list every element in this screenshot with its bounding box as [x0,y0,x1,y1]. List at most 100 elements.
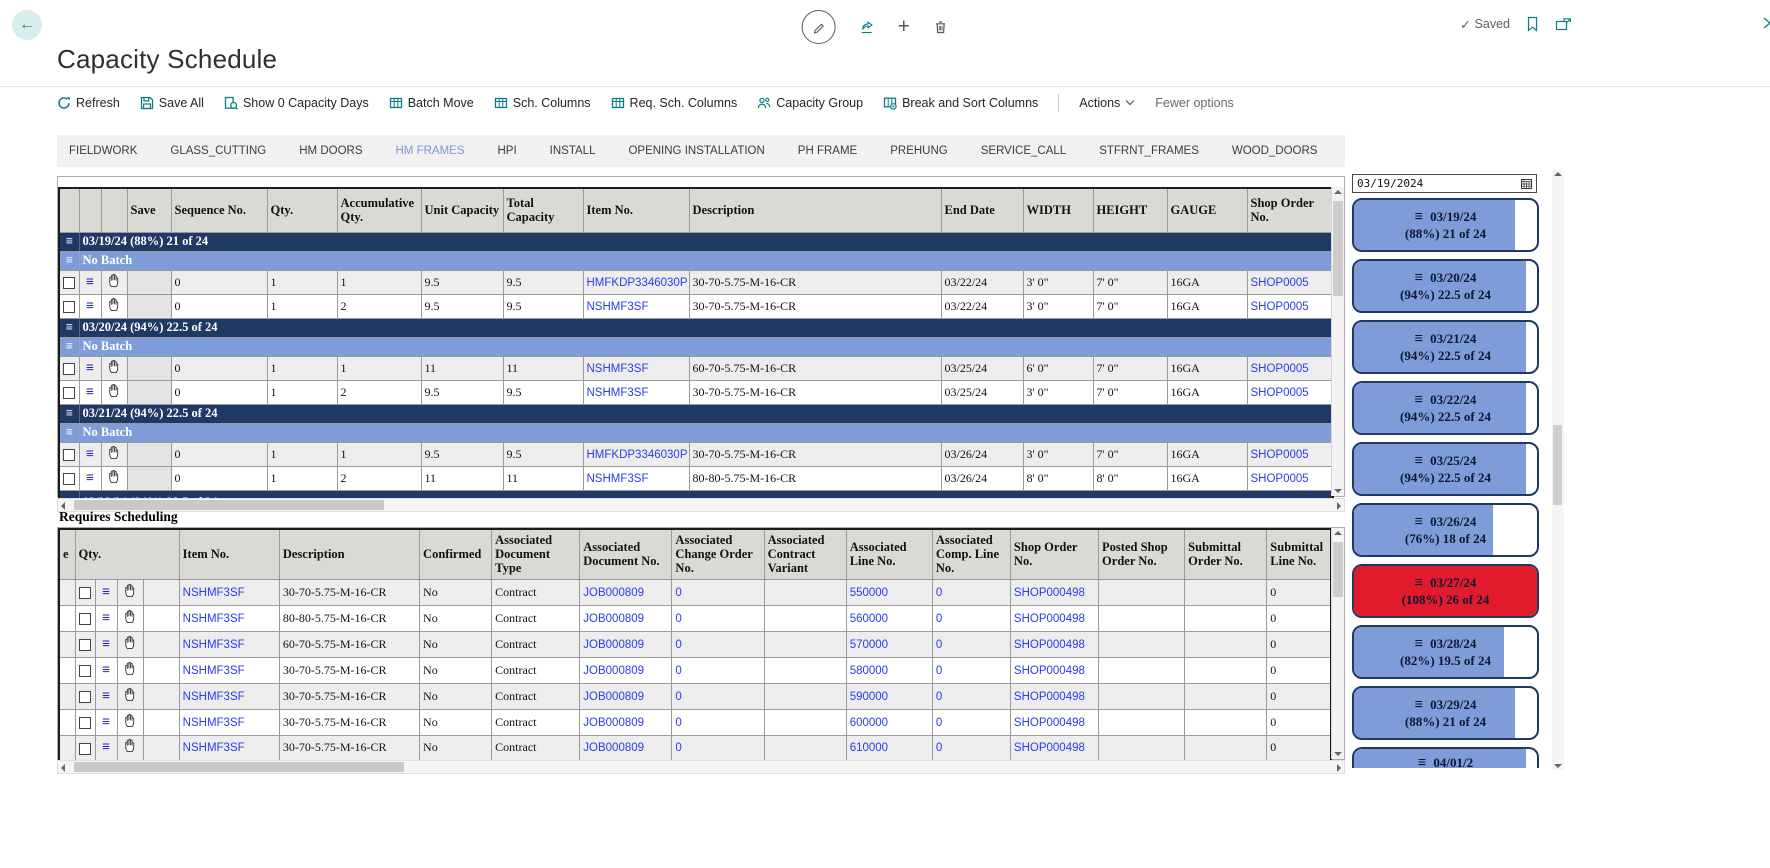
item_no-link[interactable]: NSHMF3SF [587,387,649,399]
column-header[interactable]: Unit Capacity [421,188,503,232]
shop_order_no-link[interactable]: SHOP000498 [1014,691,1085,703]
assoc_comp_line_no-link[interactable]: 0 [936,639,942,651]
batch-menu-icon[interactable]: ≡ [59,423,79,442]
column-header[interactable]: Associated Comp. Line No. [932,529,1010,579]
group-menu-icon[interactable]: ≡ [59,318,79,337]
assoc_doc_no-link[interactable]: JOB000809 [583,742,644,754]
tab-glass-cutting[interactable]: GLASS_CUTTING [170,145,266,157]
share-button[interactable] [860,20,874,34]
shop_order_no-link[interactable]: SHOP000498 [1014,665,1085,677]
row-checkbox[interactable] [63,301,75,313]
capacity-day-card[interactable]: ≡03/25/24(94%) 22.5 of 24 [1352,442,1539,496]
toolbar-button-batch-move[interactable]: Batch Move [389,96,474,110]
row-checkbox[interactable] [79,691,91,703]
assoc_comp_line_no-link[interactable]: 0 [936,587,942,599]
toolbar-button-refresh[interactable]: Refresh [57,96,120,110]
assoc_change_order_no-link[interactable]: 0 [675,717,681,729]
assoc_comp_line_no-link[interactable]: 0 [936,742,942,754]
column-header[interactable]: Qty. [267,188,337,232]
tab-install[interactable]: INSTALL [550,145,596,157]
row-menu-icon[interactable]: ≡ [86,302,94,312]
tab-wood-doors[interactable]: WOOD_DOORS [1232,145,1318,157]
row-checkbox[interactable] [63,449,75,461]
column-header[interactable]: Submittal Order No. [1185,529,1267,579]
assoc_line_no-link[interactable]: 550000 [850,587,888,599]
scroll-down-arrow[interactable] [1334,752,1342,756]
capacity-day-card[interactable]: ≡03/19/24(88%) 21 of 24 [1352,198,1539,252]
card-menu-icon[interactable]: ≡ [1415,208,1424,227]
capacity-day-card[interactable]: ≡03/26/24(76%) 18 of 24 [1352,503,1539,557]
assoc_change_order_no-link[interactable]: 0 [675,742,681,754]
column-header[interactable]: Associated Document No. [580,529,672,579]
card-menu-icon[interactable]: ≡ [1415,452,1424,471]
item_no-link[interactable]: NSHMF3SF [183,587,245,599]
column-header[interactable]: Shop Order No. [1247,188,1333,232]
card-menu-icon[interactable]: ≡ [1415,513,1424,532]
column-header[interactable]: WIDTH [1023,188,1093,232]
assoc_comp_line_no-link[interactable]: 0 [936,691,942,703]
item_no-link[interactable]: NSHMF3SF [587,473,649,485]
item_no-link[interactable]: HMFKDP3346030P [587,449,688,461]
row-checkbox[interactable] [79,665,91,677]
item_no-link[interactable]: NSHMF3SF [183,742,245,754]
tab-hm-doors[interactable]: HM DOORS [299,145,362,157]
assoc_line_no-link[interactable]: 560000 [850,613,888,625]
tab-prehung[interactable]: PREHUNG [890,145,948,157]
shop_order_no-link[interactable]: SHOP0005 [1251,387,1309,399]
assoc_doc_no-link[interactable]: JOB000809 [583,665,644,677]
drag-handle[interactable] [108,469,121,484]
row-menu-icon[interactable]: ≡ [86,278,94,288]
column-header[interactable]: Confirmed [420,529,492,579]
tab-ph-frame[interactable]: PH FRAME [798,145,857,157]
tab-hpi[interactable]: HPI [497,145,516,157]
column-header[interactable]: Posted Shop Order No. [1099,529,1185,579]
scroll-right-arrow[interactable] [1337,764,1341,772]
scroll-right-arrow[interactable] [1337,502,1341,510]
row-menu-icon[interactable]: ≡ [86,388,94,398]
toolbar-button-capacity-group[interactable]: Capacity Group [757,96,863,110]
assoc_comp_line_no-link[interactable]: 0 [936,665,942,677]
assoc_doc_no-link[interactable]: JOB000809 [583,613,644,625]
row-checkbox[interactable] [63,473,75,485]
toolbar-button-sch-columns[interactable]: Sch. Columns [494,96,591,110]
assoc_doc_no-link[interactable]: JOB000809 [583,587,644,599]
column-header[interactable]: Item No. [179,529,279,579]
toolbar-button-req-sch-columns[interactable]: Req. Sch. Columns [611,96,738,110]
column-header[interactable]: HEIGHT [1093,188,1167,232]
item_no-link[interactable]: NSHMF3SF [183,613,245,625]
item_no-link[interactable]: NSHMF3SF [183,639,245,651]
column-header[interactable]: Shop Order No. [1010,529,1098,579]
row-menu-icon[interactable]: ≡ [102,640,110,650]
assoc_change_order_no-link[interactable]: 0 [675,665,681,677]
date-picker-input[interactable]: 03/19/2024 [1352,174,1537,193]
drag-handle[interactable] [124,609,137,624]
drag-handle[interactable] [124,583,137,598]
row-checkbox[interactable] [63,387,75,399]
shop_order_no-link[interactable]: SHOP0005 [1251,277,1309,289]
toolbar-button-save-all[interactable]: Save All [140,96,204,110]
scroll-thumb[interactable] [1333,542,1343,597]
assoc_line_no-link[interactable]: 570000 [850,639,888,651]
column-header[interactable]: Associated Document Type [492,529,580,579]
fewer-options-button[interactable]: Fewer options [1155,96,1234,110]
item_no-link[interactable]: NSHMF3SF [183,665,245,677]
tab-service-call[interactable]: SERVICE_CALL [981,145,1066,157]
sidebar-scrollbar[interactable] [1552,170,1564,770]
row-menu-icon[interactable]: ≡ [86,474,94,484]
tab-fieldwork[interactable]: FIELDWORK [69,145,137,157]
drag-handle[interactable] [124,635,137,650]
row-menu-icon[interactable]: ≡ [102,614,110,624]
capacity-day-card[interactable]: ≡03/21/24(94%) 22.5 of 24 [1352,320,1539,374]
card-menu-icon[interactable]: ≡ [1415,269,1424,288]
card-menu-icon[interactable]: ≡ [1415,391,1424,410]
actions-menu-button[interactable]: Actions [1079,96,1135,110]
shop_order_no-link[interactable]: SHOP0005 [1251,473,1309,485]
assoc_comp_line_no-link[interactable]: 0 [936,613,942,625]
shop_order_no-link[interactable]: SHOP000498 [1014,717,1085,729]
row-checkbox[interactable] [79,587,91,599]
assoc_doc_no-link[interactable]: JOB000809 [583,639,644,651]
toolbar-button-show-0-capacity-days[interactable]: Show 0 Capacity Days [224,96,369,110]
item_no-link[interactable]: NSHMF3SF [183,717,245,729]
row-checkbox[interactable] [79,717,91,729]
row-menu-icon[interactable]: ≡ [86,364,94,374]
